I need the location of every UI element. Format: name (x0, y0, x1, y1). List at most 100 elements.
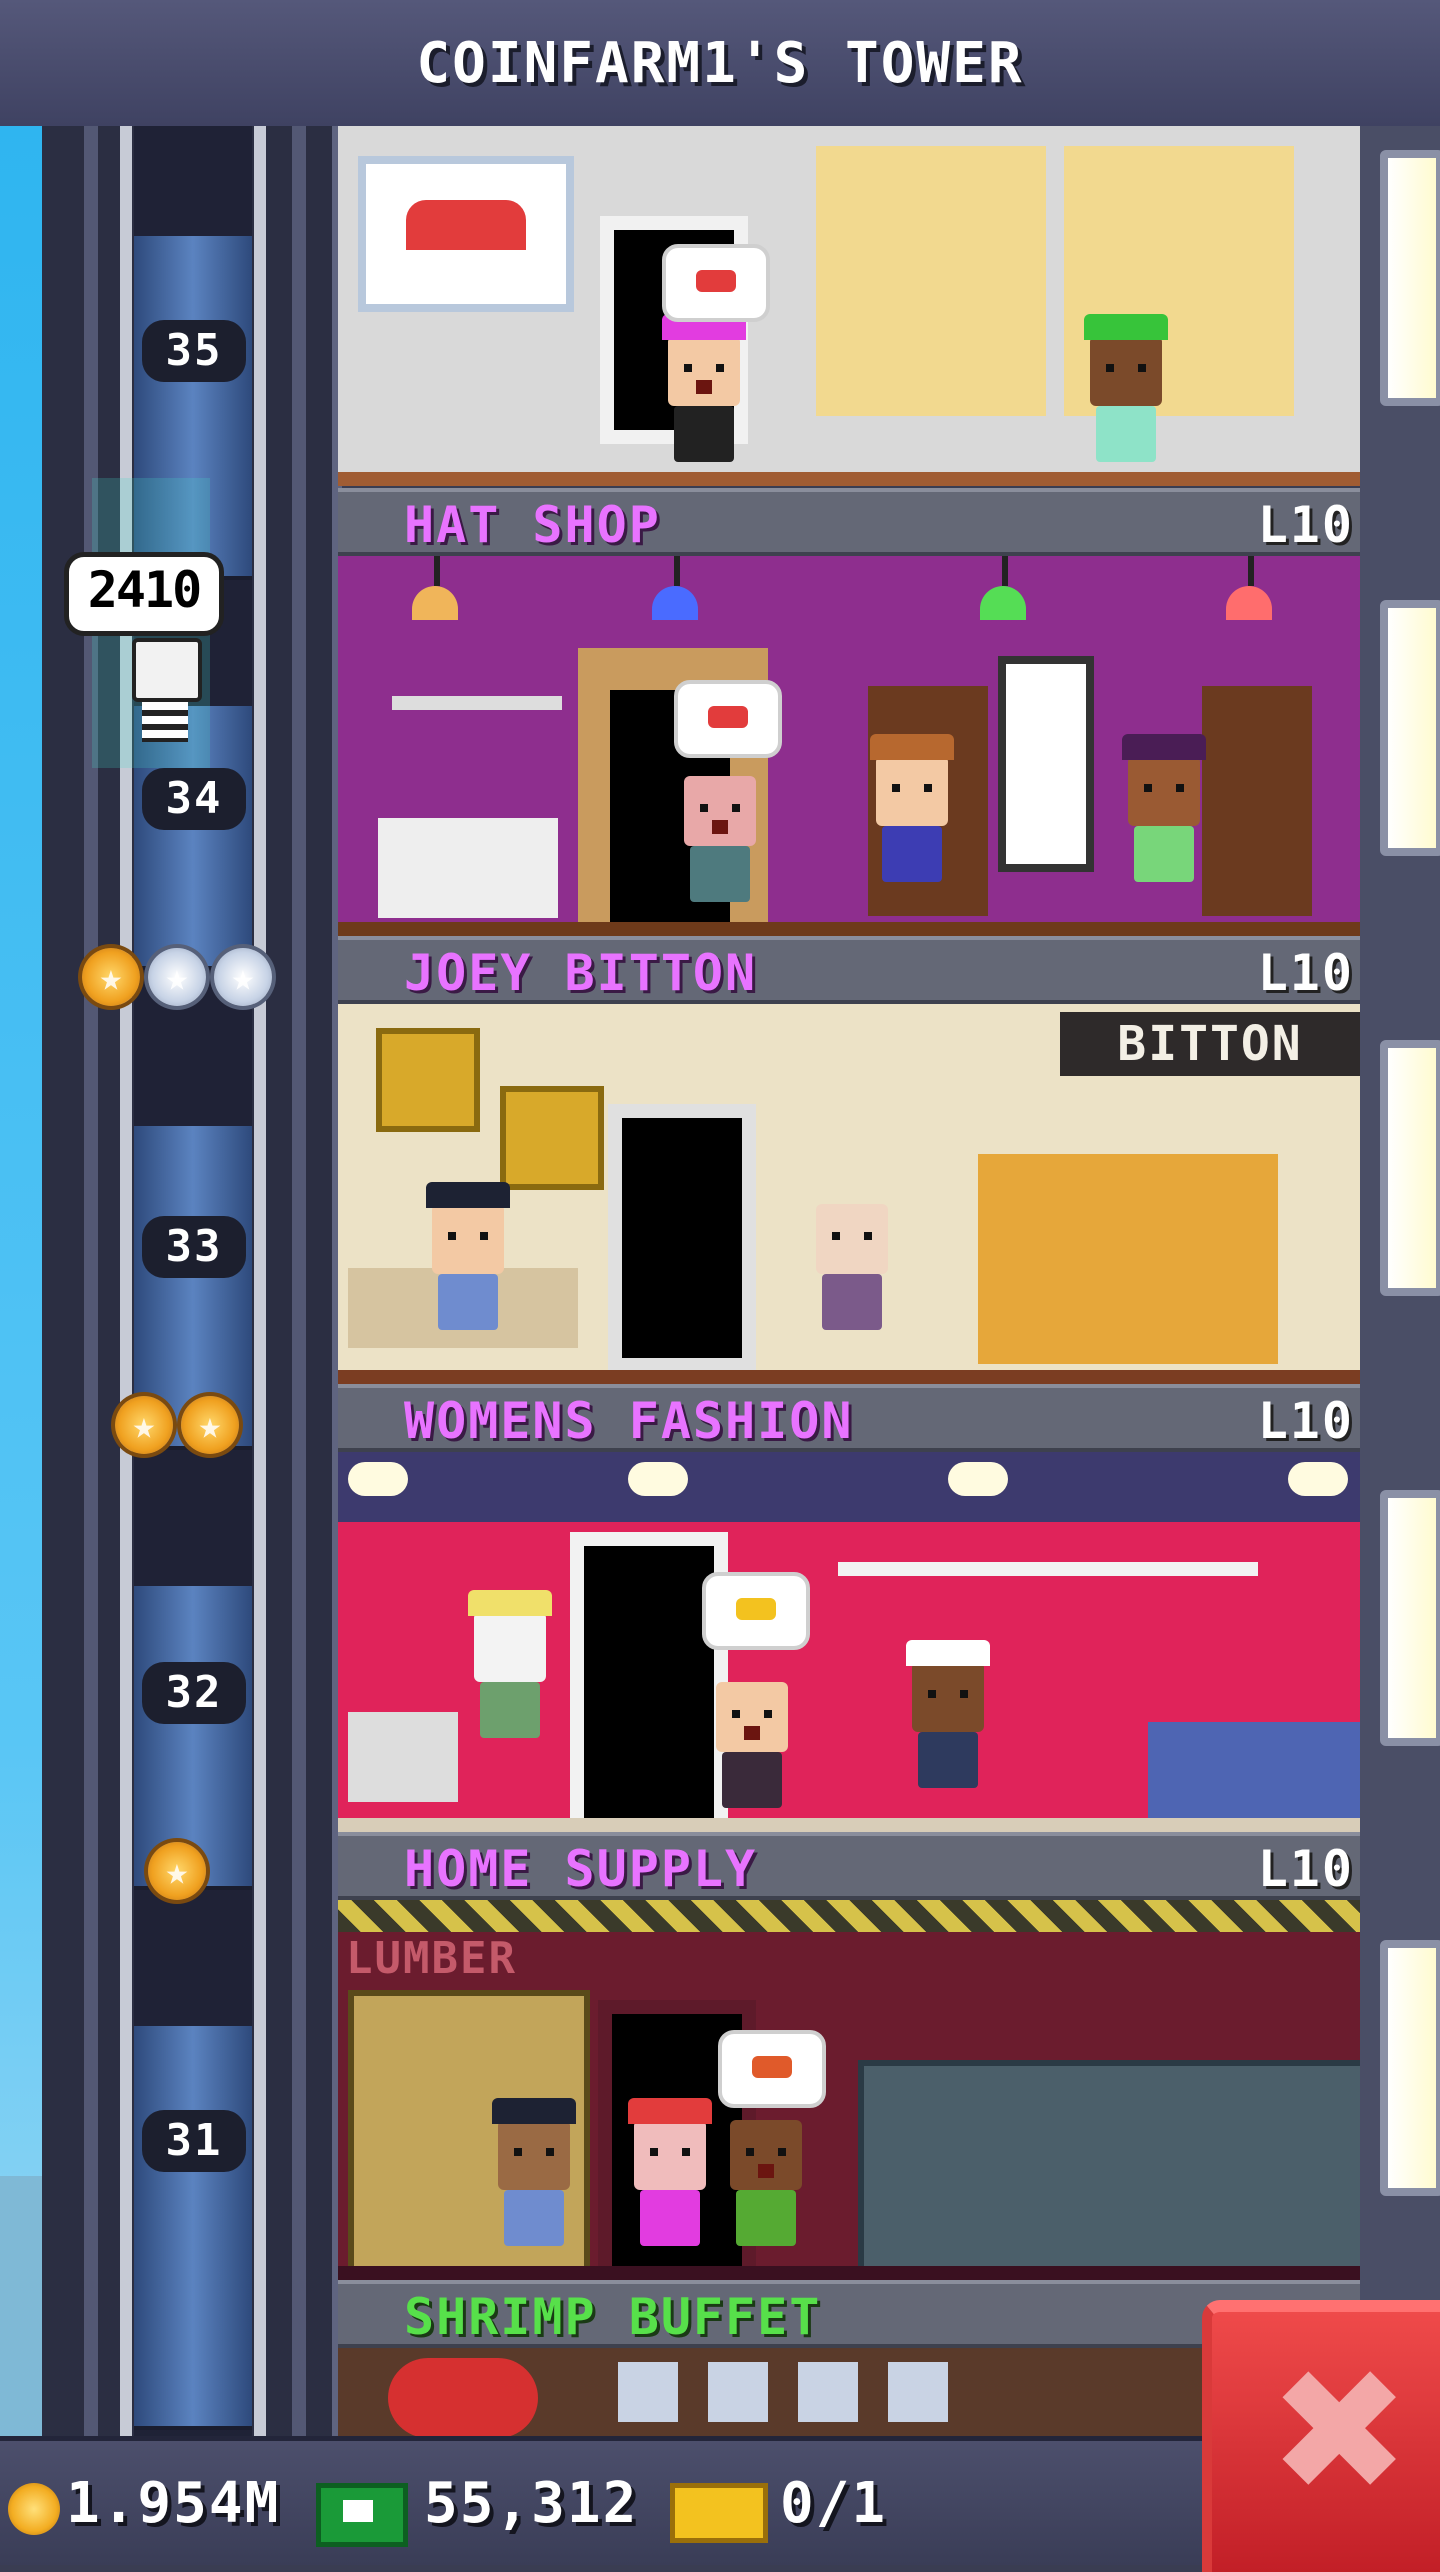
display-table (348, 1712, 458, 1802)
hat-shop-room (338, 556, 1360, 936)
security-guard[interactable] (492, 2098, 576, 2270)
floor-level: L10 (1257, 1392, 1354, 1450)
shop-door (608, 1104, 756, 1372)
elevator-floor-label: 35 (142, 320, 246, 382)
customer-speech-bubble[interactable] (718, 2030, 826, 2108)
coin-icon (8, 2483, 60, 2535)
shoe-display-shelf (816, 146, 1046, 416)
floor-joey-bitton[interactable]: JOEY BITTON L10 BITTON (338, 936, 1360, 1384)
elevator-floor-label: 32 (142, 1662, 246, 1724)
floor-header: HAT SHOP L10 (338, 488, 1360, 556)
gold-star-icon: ★ (181, 1396, 239, 1454)
window (1380, 1040, 1440, 1296)
customer-person[interactable] (716, 1682, 788, 1832)
floor-base (338, 2266, 1360, 2280)
customer-person[interactable] (730, 2120, 802, 2270)
ticket-count: 0/1 (780, 2471, 888, 2536)
coin-balance: 1.954M (66, 2471, 281, 2536)
mirror (998, 656, 1094, 872)
joey-bitton-room: BITTON (338, 1004, 1360, 1384)
ceiling-lamp (348, 1462, 408, 1496)
floor-name: WOMENS FASHION (404, 1392, 854, 1450)
floor-base (338, 1370, 1360, 1384)
shoe-poster (358, 156, 574, 312)
floor-name: JOEY BITTON (404, 944, 758, 1002)
floor-stars: ★ ★ (52, 1396, 302, 1466)
counter (378, 818, 558, 918)
store-sign: BITTON (1060, 1012, 1360, 1076)
security-guard[interactable] (906, 1640, 990, 1812)
silver-star-icon: ★ (214, 948, 272, 1006)
silver-star-icon: ★ (148, 948, 206, 1006)
floor-stars: ★ (52, 1842, 302, 1912)
gold-star-icon: ★ (82, 948, 140, 1006)
customer-person[interactable] (816, 1204, 888, 1354)
floor-header: WOMENS FASHION L10 (338, 1384, 1360, 1452)
floor-base (338, 922, 1360, 936)
elevator-car[interactable]: 2410 (64, 478, 302, 778)
security-guard[interactable] (426, 1182, 510, 1354)
gold-star-icon: ★ (115, 1396, 173, 1454)
elevator-shaft[interactable] (42, 126, 332, 2436)
hat-display-cabinet (1202, 686, 1312, 916)
tool-shelf (858, 2060, 1360, 2272)
hat-shelf (392, 696, 562, 710)
floor-womens-fashion[interactable]: WOMENS FASHION L10 (338, 1384, 1360, 1832)
customer-person[interactable] (662, 314, 746, 486)
floor-level: L10 (1257, 944, 1354, 1002)
ceiling-lamp (1226, 586, 1272, 620)
ceiling-lamp (980, 586, 1026, 620)
golden-ticket-icon (670, 2483, 768, 2543)
floor-name: SHRIMP BUFFET (404, 2288, 822, 2346)
customer-speech-bubble[interactable] (702, 1572, 810, 1650)
elevator-floor-label: 31 (142, 2110, 246, 2172)
shop-door (570, 1532, 728, 1832)
womens-fashion-room (338, 1452, 1360, 1832)
customer-person[interactable] (1122, 734, 1206, 906)
shop-worker[interactable] (1084, 314, 1168, 486)
floor-home-supply[interactable]: HOME SUPPLY L10 LUMBER (338, 1832, 1360, 2280)
tower-title: COINFARM1'S TOWER (416, 30, 1024, 96)
ceiling-lamp (412, 586, 458, 620)
ceiling-lamp (1288, 1462, 1348, 1496)
floor-name: HAT SHOP (404, 496, 661, 554)
customer-speech-bubble[interactable] (674, 680, 782, 758)
customer-speech-bubble[interactable] (662, 244, 770, 322)
checkout-counter (1148, 1722, 1360, 1818)
window (1380, 150, 1440, 406)
elevator-passenger (132, 638, 202, 748)
store-sign: LUMBER (346, 1933, 517, 1984)
close-icon: ✖ (1268, 2333, 1411, 2531)
tower-bux-icon (316, 2483, 408, 2547)
window (1380, 600, 1440, 856)
wall-picture (500, 1086, 604, 1190)
floor-level: L10 (1257, 496, 1354, 554)
passenger-destination-bubble[interactable]: 2410 (64, 552, 224, 636)
floor-shoe-shop[interactable] (338, 126, 1360, 486)
window (1380, 1490, 1440, 1746)
ceiling-lamp (628, 1462, 688, 1496)
floor-header: HOME SUPPLY L10 (338, 1832, 1360, 1900)
customer-person[interactable] (628, 2098, 712, 2270)
wall-picture (376, 1028, 480, 1132)
floor-hat-shop[interactable]: HAT SHOP L10 (338, 488, 1360, 936)
floor-level: L10 (1257, 1840, 1354, 1898)
close-button[interactable]: ✖ (1202, 2300, 1440, 2572)
sky-background (0, 126, 42, 2436)
floor-name: HOME SUPPLY (404, 1840, 758, 1898)
shop-worker[interactable] (870, 734, 954, 906)
bux-balance: 55,312 (424, 2471, 639, 2536)
shoe-shop-room (338, 126, 1360, 486)
floor-base (338, 1818, 1360, 1832)
customer-person[interactable] (684, 776, 756, 926)
home-supply-room: LUMBER (338, 1900, 1360, 2280)
floor-base (338, 472, 1360, 486)
floor-header: JOEY BITTON L10 (338, 936, 1360, 1004)
mannequin (468, 1590, 552, 1762)
ceiling-lamp (652, 586, 698, 620)
ceiling-lamp (948, 1462, 1008, 1496)
elevator-floor-label: 33 (142, 1216, 246, 1278)
gold-star-icon: ★ (148, 1842, 206, 1900)
tower-header: COINFARM1'S TOWER (0, 0, 1440, 132)
floor-stars: ★ ★ ★ (52, 948, 302, 1018)
